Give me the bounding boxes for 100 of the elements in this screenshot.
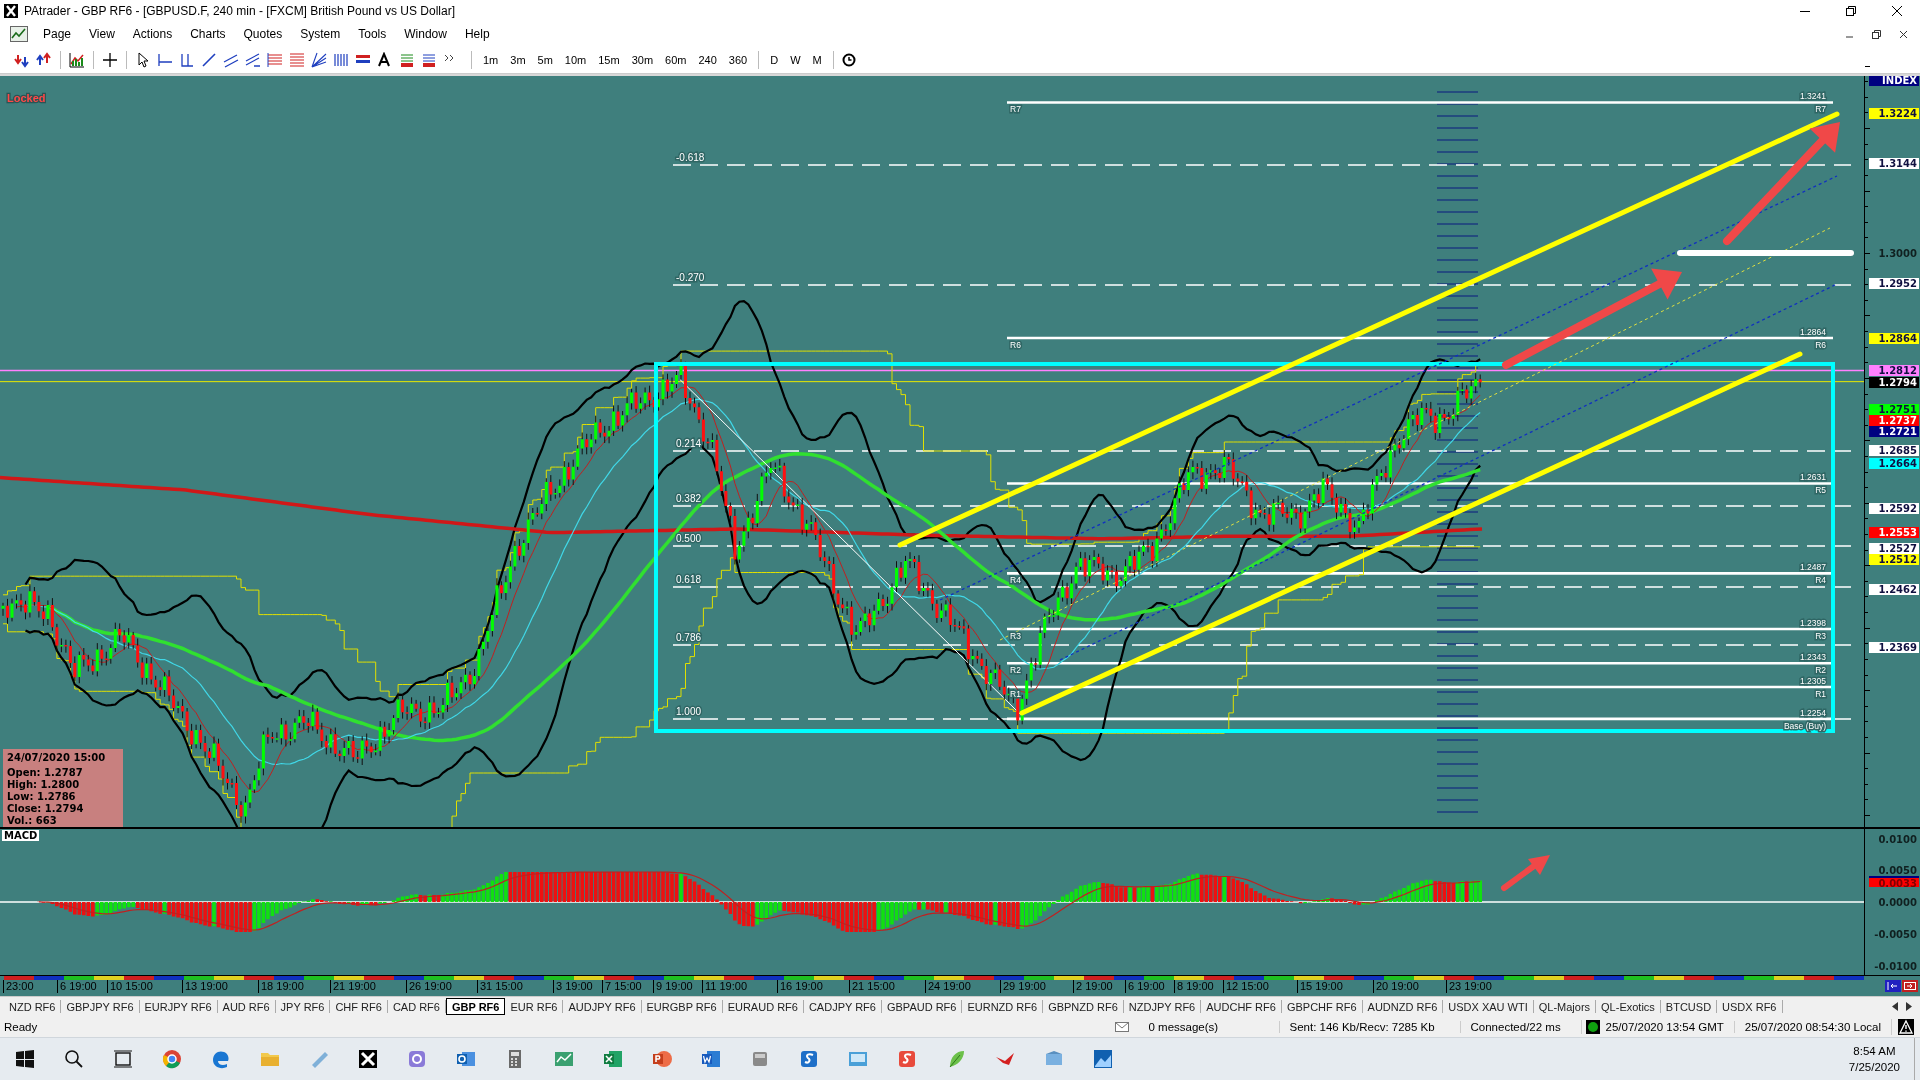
close-icon[interactable] xyxy=(1892,6,1902,16)
spreadsheet-icon[interactable] xyxy=(602,1049,623,1069)
presentation-icon[interactable] xyxy=(651,1049,672,1069)
macd-tick-label: -0.0100 xyxy=(1873,960,1918,972)
menu-item[interactable]: Quotes xyxy=(234,27,292,41)
window-title: PAtrader - GBP RF6 - [GBPUSD.F, 240 min - [FXCM] British Pound vs US Dollar] xyxy=(24,4,455,18)
chart-tab[interactable]: GBPAUD RF6 xyxy=(881,1000,963,1013)
fibonacci-level-label: 0.382 xyxy=(676,493,702,504)
regression-channel-icon[interactable] xyxy=(245,51,261,68)
chart-tab[interactable]: JPY RF6 xyxy=(275,1000,331,1013)
collapse-left-icon[interactable] xyxy=(1885,979,1901,992)
search-icon[interactable] xyxy=(63,1049,84,1069)
chart-tab[interactable]: EURAUD RF6 xyxy=(722,1000,804,1013)
price-marker: 1.2685 xyxy=(1869,444,1919,456)
restore-icon[interactable] xyxy=(1846,6,1856,16)
chart-tab[interactable]: GBPNZD RF6 xyxy=(1043,1000,1124,1013)
time-axis-label: 6 19:00 xyxy=(1125,980,1165,993)
pivot-name-label: R5 xyxy=(1815,485,1826,496)
timeframe-button[interactable]: 240 xyxy=(695,53,720,66)
horizontal-line-icon[interactable] xyxy=(157,51,173,68)
chart-tab[interactable]: AUDNZD RF6 xyxy=(1362,1000,1444,1013)
text-icon[interactable] xyxy=(377,51,393,68)
restore-icon[interactable] xyxy=(1872,29,1881,39)
chart-tab[interactable]: AUD RF6 xyxy=(217,1000,276,1013)
status-text: Ready xyxy=(3,1020,38,1033)
vertical-lines-icon[interactable] xyxy=(179,51,195,68)
chart-tab[interactable]: USDX XAU WTI xyxy=(1443,1000,1534,1013)
chart-tab[interactable]: CAD RF6 xyxy=(387,1000,446,1013)
expand-right-icon[interactable] xyxy=(1902,979,1918,992)
chart-tab[interactable]: NZD RF6 xyxy=(4,1000,62,1013)
timeframe-button[interactable]: 1m xyxy=(480,53,502,66)
crosshair-icon[interactable] xyxy=(102,51,118,68)
candle-value: Close: 1.2794 xyxy=(7,803,85,814)
chart-tab[interactable]: GBPCHF RF6 xyxy=(1281,1000,1363,1013)
chart-tab[interactable]: GBPJPY RF6 xyxy=(61,1000,140,1013)
chart-tab[interactable]: USDX RF6 xyxy=(1717,1000,1783,1013)
menu-item[interactable]: Tools xyxy=(349,27,396,41)
trend-line-icon[interactable] xyxy=(201,51,217,68)
chart-tab[interactable]: AUDCHF RF6 xyxy=(1201,1000,1282,1013)
timeframe-button[interactable]: 10m xyxy=(561,53,590,66)
traffic-info: Sent: 146 Kb/Recv: 7285 Kb xyxy=(1278,1020,1460,1033)
menu-item[interactable]: View xyxy=(80,27,124,41)
gmt-time: 25/07/2020 13:54 GMT xyxy=(1604,1020,1725,1033)
browser-icon[interactable] xyxy=(210,1049,231,1069)
app-icon[interactable] xyxy=(357,1049,378,1069)
time-axis-label: 8 19:00 xyxy=(1174,980,1214,993)
chart-tab[interactable]: QL-Exotics xyxy=(1596,1000,1661,1013)
chart-tab[interactable]: BTCUSD xyxy=(1660,1000,1718,1013)
fan-lines-icon[interactable] xyxy=(311,51,327,68)
indicator-chart-icon[interactable] xyxy=(69,51,85,68)
menu-item[interactable]: System xyxy=(291,27,350,41)
pattern-lines-icon[interactable] xyxy=(421,51,437,68)
envelope-icon[interactable] xyxy=(1114,1021,1129,1032)
timeframe-button[interactable]: 3m xyxy=(507,53,529,66)
chart-tab[interactable]: AUDJPY RF6 xyxy=(563,1000,642,1013)
chart-tab[interactable]: EUR RF6 xyxy=(505,1000,564,1013)
pattern-lines-icon[interactable] xyxy=(399,51,415,68)
price-marker: 1.2812 xyxy=(1869,365,1919,377)
price-marker: 1.2721 xyxy=(1869,425,1919,437)
clock-icon[interactable] xyxy=(841,52,856,67)
pivot-name-label: R3 xyxy=(1815,630,1826,641)
scroll-right-icon[interactable] xyxy=(1906,1002,1912,1011)
timeframe-button[interactable]: 360 xyxy=(725,53,751,66)
warning-icon[interactable] xyxy=(1898,1018,1914,1035)
period-button[interactable]: D xyxy=(767,53,782,66)
chart-tab[interactable]: NZDJPY RF6 xyxy=(1123,1000,1202,1013)
menu-item[interactable]: Actions xyxy=(123,27,182,41)
timeframe-button[interactable]: 30m xyxy=(628,53,657,66)
vertical-lines-icon[interactable] xyxy=(333,51,349,68)
timeframe-button[interactable]: 60m xyxy=(662,53,690,66)
time-axis-label: 9 19:00 xyxy=(653,980,693,993)
period-button[interactable]: W xyxy=(787,53,804,66)
menu-item[interactable]: Window xyxy=(395,27,456,41)
chart-tab[interactable]: EURJPY RF6 xyxy=(139,1000,218,1013)
chart-tab[interactable]: CHF RF6 xyxy=(330,1000,388,1013)
menu-item[interactable]: Charts xyxy=(181,27,235,41)
period-button[interactable]: M xyxy=(809,53,825,66)
document-icon[interactable] xyxy=(700,1049,721,1069)
scroll-left-icon[interactable] xyxy=(1892,1002,1898,1011)
chart-tab[interactable]: CADJPY RF6 xyxy=(803,1000,882,1013)
start-icon[interactable] xyxy=(14,1049,35,1069)
cursor-icon[interactable] xyxy=(135,51,151,68)
price-marker: 1.2462 xyxy=(1869,583,1919,595)
chart-tab[interactable]: QL-Majors xyxy=(1533,1000,1597,1013)
chart-tab[interactable]: EURGBP RF6 xyxy=(641,1000,723,1013)
close-icon[interactable] xyxy=(1899,29,1908,39)
chart-tab[interactable]: EURNZD RF6 xyxy=(962,1000,1044,1013)
up-arrows-icon[interactable] xyxy=(36,51,52,68)
browser-icon[interactable] xyxy=(161,1049,182,1069)
candle-value: High: 1.2800 xyxy=(7,779,81,790)
task-view-icon[interactable] xyxy=(112,1049,133,1069)
connection-status: Connected/22 ms xyxy=(1459,1020,1581,1033)
timeframe-button[interactable]: 5m xyxy=(534,53,556,66)
menu-item[interactable]: Page xyxy=(34,27,81,41)
chart-tab[interactable]: GBP RF6 xyxy=(445,998,506,1015)
fibonacci-lines-icon[interactable] xyxy=(267,51,283,68)
mail-app-icon[interactable] xyxy=(455,1049,476,1069)
menu-item[interactable]: Help xyxy=(455,27,499,41)
timeframe-button[interactable]: 15m xyxy=(595,53,623,66)
chart-icon[interactable] xyxy=(10,26,28,42)
